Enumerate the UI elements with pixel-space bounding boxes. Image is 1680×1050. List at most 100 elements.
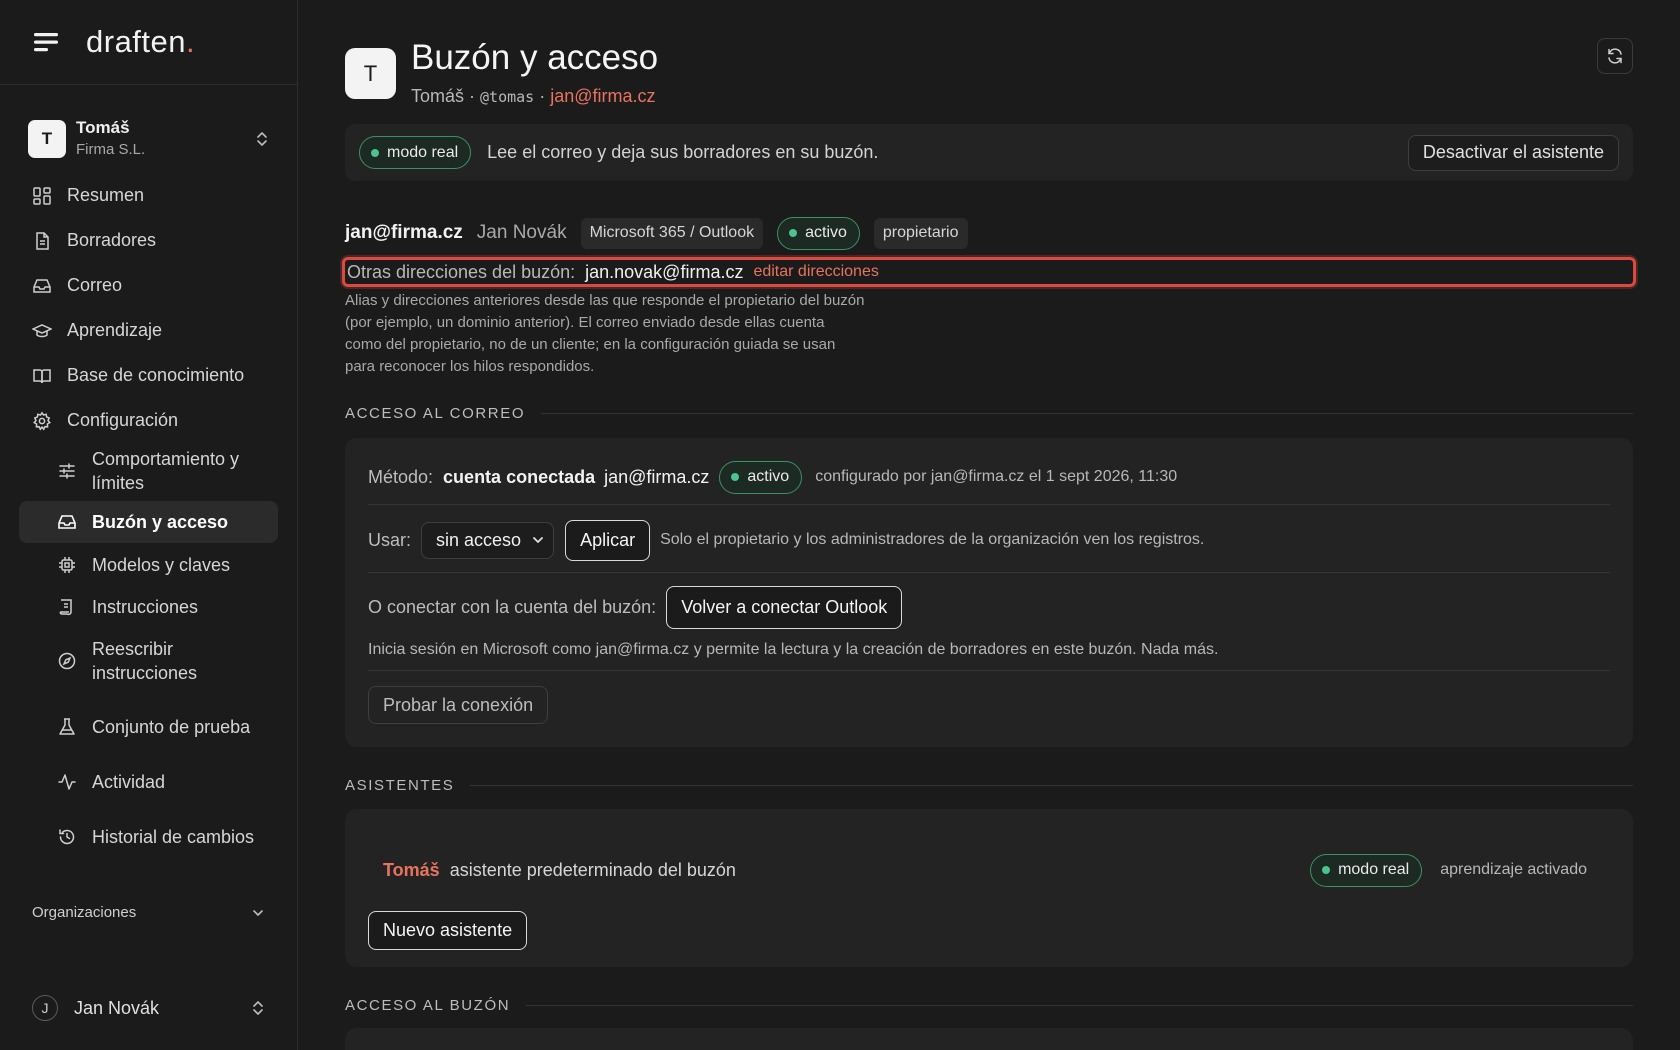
divider [368, 670, 1610, 671]
sidebar: draften. T Tomáš Firma S.L. Resumen Borr… [0, 0, 298, 1050]
test-connection-button[interactable]: Probar la conexión [368, 686, 549, 724]
workspace-name: Tomáš [76, 118, 130, 137]
mode-badge: modo real [359, 136, 472, 169]
chip-icon [59, 556, 75, 573]
nav-item-borradores[interactable]: Borradores [0, 218, 297, 263]
assistant-name: Tomáš [383, 859, 440, 880]
settings-subnav: Comportamiento y límites Buzón y acceso … [0, 443, 297, 870]
organizations-toggle[interactable]: Organizaciones [32, 904, 265, 921]
assistants-card: Tomáš asistente predeterminado del buzón… [345, 809, 1633, 967]
section-divider [526, 1005, 1633, 1006]
method-row: Método: cuenta conectada jan@firma.cz ac… [368, 460, 1610, 494]
flask-icon [59, 718, 75, 735]
sub-item-comportamiento[interactable]: Comportamiento y límites [19, 443, 278, 499]
sub-item-buzon-acceso[interactable]: Buzón y acceso [19, 501, 278, 543]
gear-icon [33, 410, 51, 431]
status-dot [371, 148, 379, 157]
nav-item-correo[interactable]: Correo [0, 263, 297, 308]
provider-tag: Microsoft 365 / Outlook [580, 217, 764, 249]
mailbox-access-card [345, 1028, 1633, 1050]
refresh-icon [1608, 48, 1622, 64]
connect-note: Inicia sesión en Microsoft como jan@firm… [368, 641, 1219, 658]
workspace-org: Firma S.L. [76, 141, 146, 158]
section-divider [541, 413, 1633, 414]
nav-item-aprendizaje[interactable]: Aprendizaje [0, 308, 297, 353]
section-divider [470, 785, 1633, 786]
mode-description: Lee el correo y deja sus borradores en s… [487, 142, 879, 162]
main-nav: Resumen Borradores Correo Aprendizaje Ba… [0, 173, 297, 443]
menu-icon[interactable] [32, 30, 60, 54]
sub-label: Historial de cambios [92, 827, 255, 847]
nav-label: Resumen [67, 185, 145, 205]
reconnect-outlook-button[interactable]: Volver a conectar Outlook [666, 586, 903, 629]
document-icon [36, 231, 49, 250]
method-email: jan@firma.cz [604, 466, 710, 487]
account-address: jan@firma.cz [345, 222, 463, 243]
mode-label: modo real [387, 143, 459, 161]
divider [368, 572, 1610, 573]
configured-info: configurado por jan@firma.cz el 1 sept 2… [815, 468, 1178, 485]
apply-button[interactable]: Aplicar [565, 519, 651, 561]
assistant-row[interactable]: Tomáš asistente predeterminado del buzón… [383, 853, 1587, 887]
sub-item-modelos[interactable]: Modelos y claves [19, 543, 278, 586]
new-assistant-button[interactable]: Nuevo asistente [368, 911, 528, 950]
nav-item-base-conocimiento[interactable]: Base de conocimiento [0, 353, 297, 398]
connect-note-row: Inicia sesión en Microsoft como jan@firm… [368, 638, 1610, 662]
connect-label: O conectar con la cuenta del buzón: [368, 597, 657, 617]
edit-addresses-link[interactable]: editar direcciones [753, 263, 878, 281]
history-icon [59, 829, 75, 845]
mail-access-card: Método: cuenta conectada jan@firma.cz ac… [345, 438, 1633, 747]
access-select-value: sin acceso [436, 529, 522, 550]
sub-label: Buzón y acceso [92, 512, 229, 532]
page-header: T Buzón y acceso Tomáš · @tomas · jan@fi… [345, 0, 1633, 120]
dashboard-icon [33, 186, 51, 205]
section-heading-mail-access: ACCESO AL CORREO [345, 405, 1633, 422]
workspace-switcher[interactable]: T Tomáš Firma S.L. [0, 117, 297, 161]
assistant-handle: @tomas [480, 88, 535, 106]
nav-label: Aprendizaje [67, 320, 163, 340]
assistant-avatar: T [345, 48, 396, 99]
chevron-down-icon [533, 537, 543, 543]
organizations-label: Organizaciones [32, 904, 137, 921]
nav-item-configuracion[interactable]: Configuración [0, 398, 297, 443]
sub-item-historial[interactable]: Historial de cambios [19, 804, 278, 870]
section-heading-assistants: ASISTENTES [345, 777, 1633, 794]
status-dot [789, 229, 798, 237]
owner-email-link[interactable]: jan@firma.cz [550, 86, 655, 106]
use-label: Usar: [368, 529, 412, 550]
refresh-button[interactable] [1597, 38, 1633, 74]
learning-status: aprendizaje activado [1440, 861, 1587, 878]
sub-item-actividad[interactable]: Actividad [19, 760, 278, 804]
graduation-cap-icon [32, 323, 52, 337]
user-menu[interactable]: J Jan Novák [32, 994, 265, 1022]
sub-item-instrucciones[interactable]: Instrucciones [19, 586, 278, 628]
alias-help-text: Alias y direcciones anteriores desde las… [345, 292, 865, 375]
deactivate-assistant-button[interactable]: Desactivar el asistente [1407, 134, 1619, 171]
brand-logo[interactable]: draften. [86, 24, 195, 60]
separator: · [464, 86, 481, 106]
inbox-icon [33, 278, 51, 293]
mode-badge: modo real [1310, 853, 1423, 887]
assistant-name: Tomáš [411, 86, 465, 106]
sub-item-reescribir[interactable]: Reescribir instrucciones [19, 628, 278, 694]
assistant-description: asistente predeterminado del buzón [449, 859, 736, 880]
separator: · [534, 86, 551, 106]
access-select[interactable]: sin acceso [421, 521, 555, 559]
chevron-updown-icon [253, 1001, 263, 1015]
section-heading-mailbox-access: ACCESO AL BUZÓN [345, 997, 1633, 1014]
brand-bar: draften. [0, 0, 297, 85]
sub-label: Comportamiento y límites [92, 449, 240, 493]
role-tag: propietario [873, 217, 968, 249]
sliders-icon [59, 463, 75, 479]
section-title: ASISTENTES [345, 777, 455, 794]
sub-item-conjunto-prueba[interactable]: Conjunto de prueba [19, 694, 278, 760]
status-label: activo [805, 224, 847, 241]
status-dot [1322, 866, 1331, 874]
sub-label: Modelos y claves [92, 554, 231, 575]
nav-label: Borradores [67, 230, 157, 250]
inbox-icon [58, 515, 76, 529]
method-value: cuenta conectada [443, 466, 596, 487]
compass-icon [58, 652, 76, 670]
main-content: T Buzón y acceso Tomáš · @tomas · jan@fi… [342, 0, 1636, 1050]
nav-item-resumen[interactable]: Resumen [0, 173, 297, 218]
